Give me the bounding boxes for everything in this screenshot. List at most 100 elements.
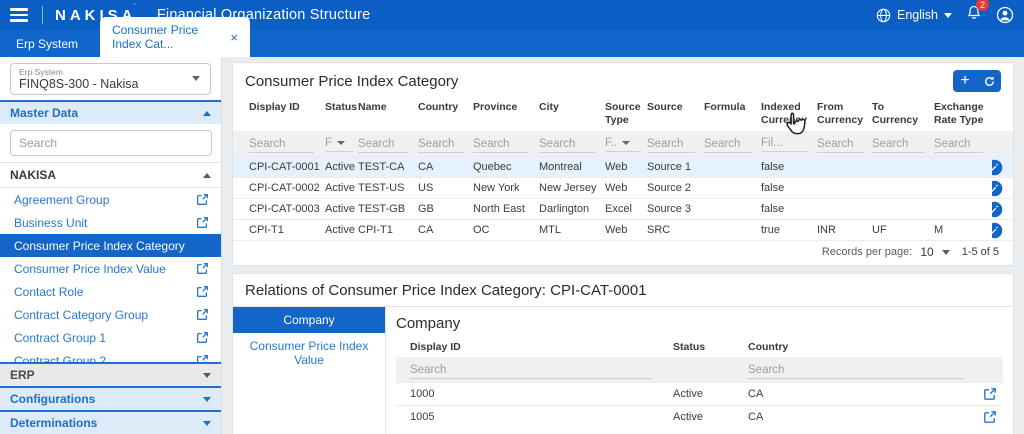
cell-display-id: CPI-CAT-0001 <box>249 161 320 174</box>
column-header[interactable]: Status <box>325 97 358 118</box>
table-row[interactable]: CPI-CAT-0002 Active TEST-US US New York … <box>233 177 1013 198</box>
filter-to-currency[interactable] <box>872 136 925 154</box>
hamburger-menu-icon[interactable] <box>10 8 28 22</box>
sidebar-search-input[interactable] <box>10 130 212 156</box>
column-header[interactable]: Formula <box>704 97 761 118</box>
column-header[interactable]: Name <box>358 97 418 118</box>
cell-indexed-currency: false <box>761 161 785 174</box>
pagination: Records per page: 10 1-5 of 5 <box>233 240 1013 265</box>
filter-from-currency[interactable] <box>817 136 864 154</box>
filter-country[interactable] <box>418 136 465 154</box>
edit-button[interactable] <box>992 201 1003 218</box>
relations-nav-consumer-price-index-value[interactable]: Consumer Price Index Value <box>233 333 385 373</box>
external-link-icon[interactable] <box>196 262 209 275</box>
column-header[interactable]: Source <box>647 97 704 118</box>
chevron-down-icon[interactable] <box>941 249 950 255</box>
sidebar-item-consumer-price-index-category[interactable]: Consumer Price Index Category <box>0 234 221 257</box>
filter-city[interactable] <box>539 136 596 154</box>
edit-button[interactable] <box>992 180 1003 197</box>
column-header[interactable]: Indexed Currency <box>761 97 817 131</box>
edit-button[interactable] <box>992 222 1003 239</box>
filter-source-type-dropdown[interactable]: F.. <box>605 135 641 153</box>
records-per-page-label: Records per page: <box>821 246 913 259</box>
erp-system-select[interactable]: Erp System FINQ8S-300 - Nakisa <box>10 63 211 95</box>
table-row[interactable]: CPI-T1 Active CPI-T1 CA OC MTL Web SRC t… <box>233 219 1013 240</box>
column-header[interactable]: To Currency <box>872 97 934 131</box>
sidebar-item-label: Contract Group 1 <box>14 330 107 345</box>
refresh-button[interactable] <box>977 70 1001 92</box>
external-link-icon[interactable] <box>196 308 209 321</box>
table-row[interactable]: CPI-CAT-0001 Active TEST-CA CA Quebec Mo… <box>233 156 1013 178</box>
column-header[interactable]: Status <box>673 338 748 357</box>
filter-exchange-rate-type[interactable] <box>934 136 984 154</box>
filter-label: F.. <box>605 137 618 150</box>
external-link-icon[interactable] <box>196 331 209 344</box>
column-header[interactable]: Display ID <box>410 338 673 357</box>
section-determinations[interactable]: Determinations <box>0 410 221 434</box>
column-header[interactable]: Source Type <box>605 97 647 131</box>
company-table-filter-row <box>396 357 1003 383</box>
external-link-icon[interactable] <box>196 193 209 206</box>
sidebar-item-contract-group-2[interactable]: Contract Group 2 <box>0 349 221 362</box>
column-header[interactable]: Country <box>748 338 973 357</box>
filter-display-id[interactable] <box>410 362 652 380</box>
close-icon[interactable]: × <box>230 31 238 44</box>
section-configurations[interactable]: Configurations <box>0 386 221 410</box>
filter-indexed-currency-dropdown[interactable]: Fil... <box>761 135 809 153</box>
erp-system-select-label: Erp System <box>19 67 63 77</box>
column-header[interactable]: Exchange Rate Type <box>934 97 992 131</box>
open-record-icon[interactable] <box>983 410 997 424</box>
section-erp[interactable]: ERP <box>0 362 221 386</box>
sidebar-item-consumer-price-index-value[interactable]: Consumer Price Index Value <box>0 257 221 280</box>
cell-source-type: Web <box>605 182 628 195</box>
external-link-icon[interactable] <box>196 285 209 298</box>
relations-nav-company[interactable]: Company <box>233 307 385 334</box>
cell-indexed-currency: false <box>761 182 785 195</box>
table-row[interactable]: 1000 Active CA <box>396 382 1003 405</box>
table-row[interactable]: 1005 Active CA <box>396 405 1003 428</box>
external-link-icon[interactable] <box>196 216 209 229</box>
filter-status-dropdown[interactable]: F <box>325 135 354 153</box>
sidebar-item-contact-role[interactable]: Contact Role <box>0 280 221 303</box>
sidebar-item-contract-group-1[interactable]: Contract Group 1 <box>0 326 221 349</box>
sidebar-item-label: Business Unit <box>14 215 88 230</box>
notifications-button[interactable]: 2 <box>966 0 989 26</box>
cell-country: CA <box>418 224 434 237</box>
open-record-icon[interactable] <box>983 387 997 401</box>
cell-status: Active <box>325 182 355 195</box>
sidebar-item-list: Agreement Group Business Unit Consumer P… <box>0 188 221 362</box>
sidebar-item-label: Contact Role <box>14 284 84 299</box>
user-avatar-icon[interactable] <box>996 6 1014 24</box>
column-header[interactable]: Display ID <box>249 97 325 118</box>
cell-city: Montreal <box>539 161 582 174</box>
sidebar-item-business-unit[interactable]: Business Unit <box>0 211 221 234</box>
external-link-icon[interactable] <box>196 354 209 362</box>
filter-province[interactable] <box>473 136 530 154</box>
filter-source[interactable] <box>647 136 696 154</box>
sidebar-item-contract-category-group[interactable]: Contract Category Group <box>0 303 221 326</box>
filter-formula[interactable] <box>704 136 753 154</box>
notification-badge: 2 <box>976 0 989 11</box>
cell-exchange-rate-type: M <box>934 224 944 237</box>
filter-name[interactable] <box>358 136 409 154</box>
column-header[interactable]: City <box>539 97 605 118</box>
section-master-data[interactable]: Master Data <box>0 100 221 124</box>
language-selector[interactable]: English <box>876 8 952 23</box>
sidebar-item-agreement-group[interactable]: Agreement Group <box>0 188 221 211</box>
table-row[interactable]: CPI-CAT-0003 Active TEST-GB GB North Eas… <box>233 198 1013 219</box>
filter-country[interactable] <box>748 362 964 380</box>
column-header[interactable]: Province <box>473 97 539 118</box>
edit-button[interactable] <box>992 159 1003 176</box>
group-nakisa[interactable]: NAKISA <box>0 162 221 188</box>
tab-erp-system[interactable]: Erp System <box>0 31 94 57</box>
cell-display-id: 1005 <box>410 411 435 424</box>
table-header-row: Display ID Status Name Country Province … <box>233 97 1013 131</box>
cell-display-id: CPI-CAT-0003 <box>249 203 320 216</box>
column-header[interactable]: From Currency <box>817 97 872 131</box>
cell-city: MTL <box>539 224 561 237</box>
records-per-page-value[interactable]: 10 <box>920 245 933 259</box>
add-button[interactable]: + <box>953 70 977 92</box>
column-header[interactable]: Country <box>418 97 473 118</box>
cell-source: Source 3 <box>647 203 692 216</box>
filter-display-id[interactable] <box>249 136 314 154</box>
